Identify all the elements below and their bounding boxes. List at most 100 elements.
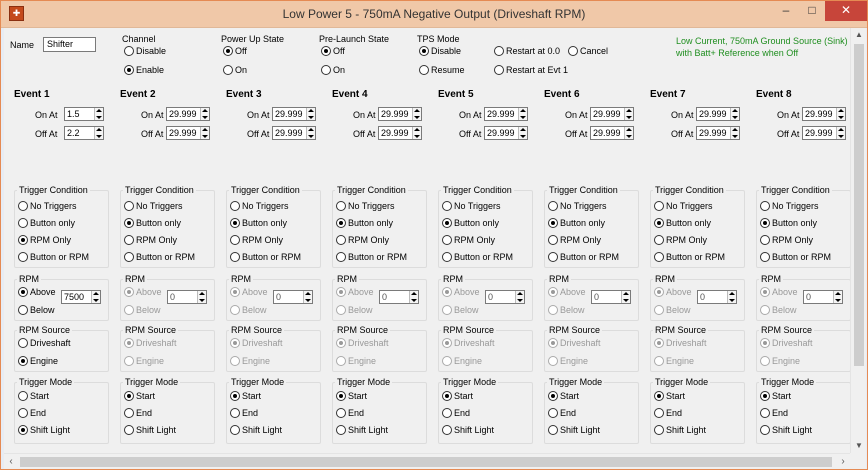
event-2-shift-light-radio[interactable]: Shift Light [124, 425, 176, 435]
event-3-shift-light-radio[interactable]: Shift Light [230, 425, 282, 435]
tps-resume-radio[interactable]: Resume [419, 65, 465, 75]
event-6-rpm-only-radio[interactable]: RPM Only [548, 235, 601, 245]
event-2-on-at-spinner[interactable]: 29.999 [166, 107, 210, 121]
event-7-end-radio[interactable]: End [654, 408, 682, 418]
event-3-start-radio[interactable]: Start [230, 391, 261, 401]
spinner-arrows-icon[interactable] [730, 108, 739, 120]
event-8-off-at-spinner[interactable]: 29.999 [802, 126, 846, 140]
event-5-button-only-radio[interactable]: Button only [442, 218, 499, 228]
event-5-shift-light-radio[interactable]: Shift Light [442, 425, 494, 435]
event-6-button-only-radio[interactable]: Button only [548, 218, 605, 228]
event-3-no-triggers-radio[interactable]: No Triggers [230, 201, 289, 211]
spinner-arrows-icon[interactable] [518, 108, 527, 120]
event-6-off-at-spinner[interactable]: 29.999 [590, 126, 634, 140]
spinner-arrows-icon[interactable] [200, 127, 209, 139]
event-2-no-triggers-radio[interactable]: No Triggers [124, 201, 183, 211]
horizontal-scroll-thumb[interactable] [20, 457, 832, 467]
event-3-button-only-radio[interactable]: Button only [230, 218, 287, 228]
event-6-start-radio[interactable]: Start [548, 391, 579, 401]
event-3-end-radio[interactable]: End [230, 408, 258, 418]
event-2-button-only-radio[interactable]: Button only [124, 218, 181, 228]
spinner-arrows-icon[interactable] [306, 108, 315, 120]
event-1-start-radio[interactable]: Start [18, 391, 49, 401]
event-2-off-at-spinner[interactable]: 29.999 [166, 126, 210, 140]
event-4-start-radio[interactable]: Start [336, 391, 367, 401]
event-7-on-at-spinner[interactable]: 29.999 [696, 107, 740, 121]
vertical-scroll-thumb[interactable] [854, 44, 864, 366]
spinner-arrows-icon[interactable] [197, 291, 206, 303]
spinner-arrows-icon[interactable] [836, 127, 845, 139]
spinner-arrows-icon[interactable] [727, 291, 736, 303]
tps-cancel-radio[interactable]: Cancel [568, 46, 608, 56]
event-1-rpm-below-radio[interactable]: Below [18, 305, 55, 315]
event-8-rpm-only-radio[interactable]: RPM Only [760, 235, 813, 245]
pre-launch-on-radio[interactable]: On [321, 65, 345, 75]
event-5-off-at-spinner[interactable]: 29.999 [484, 126, 528, 140]
spinner-arrows-icon[interactable] [836, 108, 845, 120]
spinner-arrows-icon[interactable] [515, 291, 524, 303]
event-7-off-at-spinner[interactable]: 29.999 [696, 126, 740, 140]
event-7-button-or-rpm-radio[interactable]: Button or RPM [654, 252, 725, 262]
event-8-on-at-spinner[interactable]: 29.999 [802, 107, 846, 121]
event-5-rpm-only-radio[interactable]: RPM Only [442, 235, 495, 245]
event-8-end-radio[interactable]: End [760, 408, 788, 418]
spinner-arrows-icon[interactable] [624, 108, 633, 120]
spinner-arrows-icon[interactable] [624, 127, 633, 139]
event-7-rpm-only-radio[interactable]: RPM Only [654, 235, 707, 245]
event-1-button-only-radio[interactable]: Button only [18, 218, 75, 228]
event-5-end-radio[interactable]: End [442, 408, 470, 418]
event-2-start-radio[interactable]: Start [124, 391, 155, 401]
event-8-shift-light-radio[interactable]: Shift Light [760, 425, 812, 435]
event-1-off-at-spinner[interactable]: 2.2 [64, 126, 104, 140]
event-6-end-radio[interactable]: End [548, 408, 576, 418]
event-3-button-or-rpm-radio[interactable]: Button or RPM [230, 252, 301, 262]
event-3-off-at-spinner[interactable]: 29.999 [272, 126, 316, 140]
event-6-on-at-spinner[interactable]: 29.999 [590, 107, 634, 121]
event-1-shift-light-radio[interactable]: Shift Light [18, 425, 70, 435]
event-5-button-or-rpm-radio[interactable]: Button or RPM [442, 252, 513, 262]
event-1-engine-radio[interactable]: Engine [18, 356, 58, 366]
event-1-button-or-rpm-radio[interactable]: Button or RPM [18, 252, 89, 262]
spinner-arrows-icon[interactable] [200, 108, 209, 120]
event-6-shift-light-radio[interactable]: Shift Light [548, 425, 600, 435]
event-8-button-only-radio[interactable]: Button only [760, 218, 817, 228]
event-2-rpm-only-radio[interactable]: RPM Only [124, 235, 177, 245]
event-1-driveshaft-radio[interactable]: Driveshaft [18, 338, 71, 348]
tps-restart-at-evt1-radio[interactable]: Restart at Evt 1 [494, 65, 568, 75]
title-bar[interactable]: ✚ Low Power 5 - 750mA Negative Output (D… [1, 1, 867, 28]
event-3-on-at-spinner[interactable]: 29.999 [272, 107, 316, 121]
spinner-arrows-icon[interactable] [94, 127, 103, 139]
event-1-no-triggers-radio[interactable]: No Triggers [18, 201, 77, 211]
horizontal-scrollbar[interactable]: ‹ › [4, 453, 850, 469]
event-4-button-or-rpm-radio[interactable]: Button or RPM [336, 252, 407, 262]
event-1-rpm-value-spinner[interactable]: 7500 [61, 290, 101, 304]
event-7-no-triggers-radio[interactable]: No Triggers [654, 201, 713, 211]
event-8-no-triggers-radio[interactable]: No Triggers [760, 201, 819, 211]
power-up-on-radio[interactable]: On [223, 65, 247, 75]
event-7-shift-light-radio[interactable]: Shift Light [654, 425, 706, 435]
event-4-on-at-spinner[interactable]: 29.999 [378, 107, 422, 121]
vertical-scrollbar[interactable]: ▲ ▼ [850, 28, 866, 453]
spinner-arrows-icon[interactable] [306, 127, 315, 139]
event-4-button-only-radio[interactable]: Button only [336, 218, 393, 228]
spinner-arrows-icon[interactable] [833, 291, 842, 303]
event-6-no-triggers-radio[interactable]: No Triggers [548, 201, 607, 211]
spinner-arrows-icon[interactable] [409, 291, 418, 303]
event-4-no-triggers-radio[interactable]: No Triggers [336, 201, 395, 211]
maximize-button[interactable]: □ [799, 1, 825, 21]
tps-restart-at-0-radio[interactable]: Restart at 0.0 [494, 46, 560, 56]
spinner-arrows-icon[interactable] [303, 291, 312, 303]
scroll-up-icon[interactable]: ▲ [851, 28, 867, 42]
spinner-arrows-icon[interactable] [412, 127, 421, 139]
event-6-button-or-rpm-radio[interactable]: Button or RPM [548, 252, 619, 262]
spinner-arrows-icon[interactable] [518, 127, 527, 139]
channel-enable-radio[interactable]: Enable [124, 65, 164, 75]
event-2-button-or-rpm-radio[interactable]: Button or RPM [124, 252, 195, 262]
scroll-right-icon[interactable]: › [836, 454, 850, 470]
event-1-rpm-only-radio[interactable]: RPM Only [18, 235, 71, 245]
event-5-start-radio[interactable]: Start [442, 391, 473, 401]
scroll-down-icon[interactable]: ▼ [851, 439, 867, 453]
event-3-rpm-only-radio[interactable]: RPM Only [230, 235, 283, 245]
event-4-shift-light-radio[interactable]: Shift Light [336, 425, 388, 435]
event-1-rpm-above-radio[interactable]: Above [18, 287, 56, 297]
